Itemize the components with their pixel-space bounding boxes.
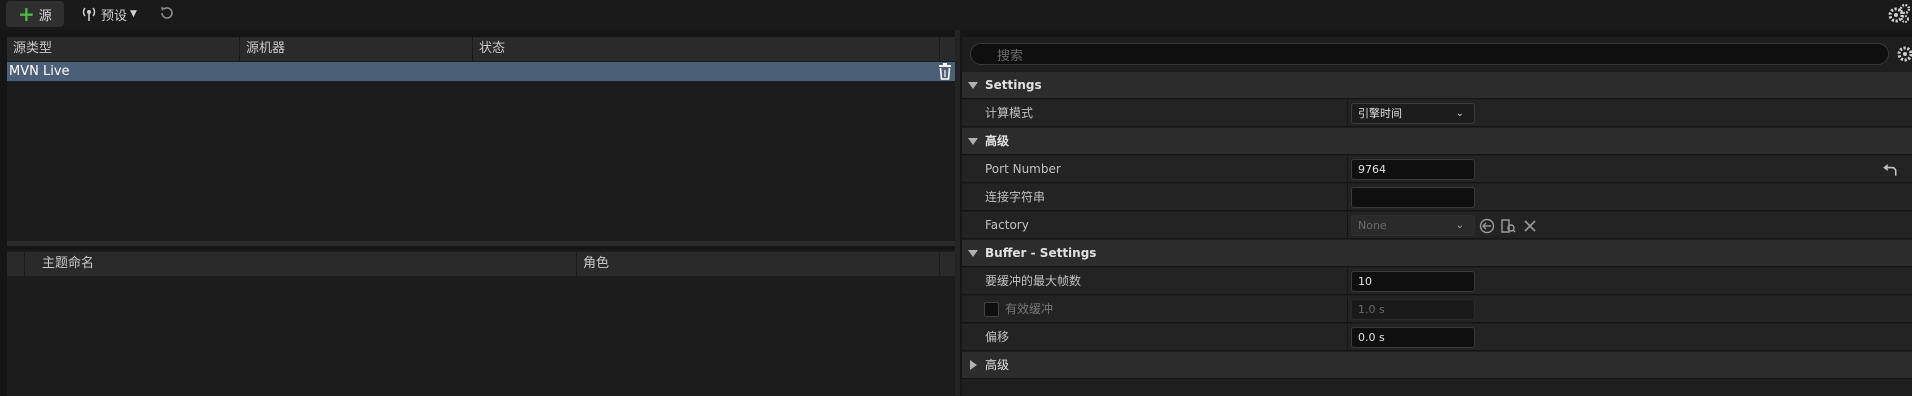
- chevron-down-icon: ⌄: [1455, 220, 1464, 231]
- broadcast-icon: [82, 7, 96, 21]
- max-frames-input[interactable]: 10: [1351, 271, 1475, 292]
- category-settings[interactable]: Settings: [962, 72, 1912, 99]
- add-source-button[interactable]: + 源: [6, 1, 64, 27]
- property-offset: 偏移 0.0 s: [962, 324, 1912, 351]
- expand-arrow-icon: [968, 82, 978, 89]
- property-label: 计算模式: [985, 106, 1034, 120]
- subjects-header: 主题命名 角色: [7, 252, 955, 276]
- trash-icon[interactable]: [937, 63, 953, 80]
- column-header-source-type[interactable]: 源类型: [7, 37, 240, 61]
- clear-icon[interactable]: [1522, 218, 1538, 234]
- undo-icon[interactable]: [158, 4, 176, 22]
- search-placeholder: 搜索: [997, 48, 1024, 64]
- category-buffer-settings[interactable]: Buffer - Settings: [962, 240, 1912, 267]
- panel-splitter[interactable]: [7, 241, 955, 246]
- details-panel: 搜索 Settings 计算模式 引擎时间 ⌄ 高级 Port Number 9…: [962, 37, 1912, 396]
- sources-header: 源类型 源机器 状态: [7, 37, 955, 61]
- port-number-input[interactable]: 9764: [1351, 159, 1475, 180]
- column-header-subject-name[interactable]: 主题命名: [25, 252, 577, 276]
- column-header-toggle: [7, 252, 25, 276]
- property-evaluation-mode: 计算模式 引擎时间 ⌄: [962, 100, 1912, 127]
- expand-arrow-icon: [968, 250, 978, 257]
- connection-string-input[interactable]: [1351, 187, 1475, 208]
- source-type-cell: MVN Live: [9, 64, 70, 79]
- category-advanced[interactable]: 高级: [962, 128, 1912, 155]
- column-header-source-machine[interactable]: 源机器: [240, 37, 473, 61]
- factory-dropdown[interactable]: None ⌄: [1351, 215, 1475, 236]
- evaluation-mode-dropdown[interactable]: 引擎时间 ⌄: [1351, 103, 1475, 124]
- property-label: Port Number: [985, 162, 1061, 176]
- dropdown-value: None: [1358, 219, 1387, 232]
- category-advanced-collapsed[interactable]: 高级: [962, 352, 1912, 379]
- offset-input[interactable]: 0.0 s: [1351, 327, 1475, 348]
- property-factory: Factory None ⌄: [962, 212, 1912, 239]
- subjects-list: 主题命名 角色: [7, 250, 955, 396]
- category-label: Buffer - Settings: [985, 246, 1097, 260]
- dropdown-value: 引擎时间: [1358, 107, 1402, 120]
- property-label: Factory: [985, 218, 1029, 232]
- valid-buffer-checkbox[interactable]: [984, 302, 999, 317]
- toolbar: + 源 预设 ▼: [0, 0, 1912, 30]
- presets-button[interactable]: 预设 ▼: [80, 1, 137, 27]
- chevron-down-icon: ⌄: [1455, 108, 1464, 119]
- browse-asset-icon[interactable]: [1500, 218, 1516, 234]
- settings-gear-icon[interactable]: [1887, 3, 1911, 25]
- category-label: Settings: [985, 78, 1042, 92]
- property-label: 有效缓冲: [1005, 302, 1054, 316]
- presets-label: 预设: [101, 8, 128, 24]
- search-input[interactable]: 搜索: [970, 43, 1889, 65]
- column-header-status[interactable]: 状态: [473, 37, 940, 61]
- expand-arrow-icon: [968, 138, 978, 145]
- vertical-splitter[interactable]: [955, 30, 960, 396]
- plus-icon: +: [18, 2, 35, 26]
- property-connection-string: 连接字符串: [962, 184, 1912, 211]
- use-selected-asset-icon[interactable]: [1479, 218, 1495, 234]
- property-label: 连接字符串: [985, 190, 1046, 204]
- property-max-frames: 要缓冲的最大帧数 10: [962, 268, 1912, 295]
- gear-icon[interactable]: [1896, 45, 1912, 63]
- reset-to-default-icon[interactable]: [1882, 163, 1898, 179]
- source-row[interactable]: MVN Live: [7, 62, 955, 81]
- category-label: 高级: [985, 134, 1010, 148]
- valid-buffer-input: 1.0 s: [1351, 299, 1475, 320]
- add-source-label: 源: [38, 8, 52, 24]
- chevron-down-icon: ▼: [130, 9, 137, 19]
- category-label: 高级: [985, 358, 1010, 372]
- property-label: 偏移: [985, 330, 1010, 344]
- sources-list: 源类型 源机器 状态 MVN Live: [7, 37, 955, 241]
- property-label: 要缓冲的最大帧数: [985, 274, 1082, 288]
- column-header-role[interactable]: 角色: [577, 252, 940, 276]
- property-port-number: Port Number 9764: [962, 156, 1912, 183]
- collapsed-arrow-icon: [970, 360, 977, 370]
- property-valid-buffer: 有效缓冲 1.0 s: [962, 296, 1912, 323]
